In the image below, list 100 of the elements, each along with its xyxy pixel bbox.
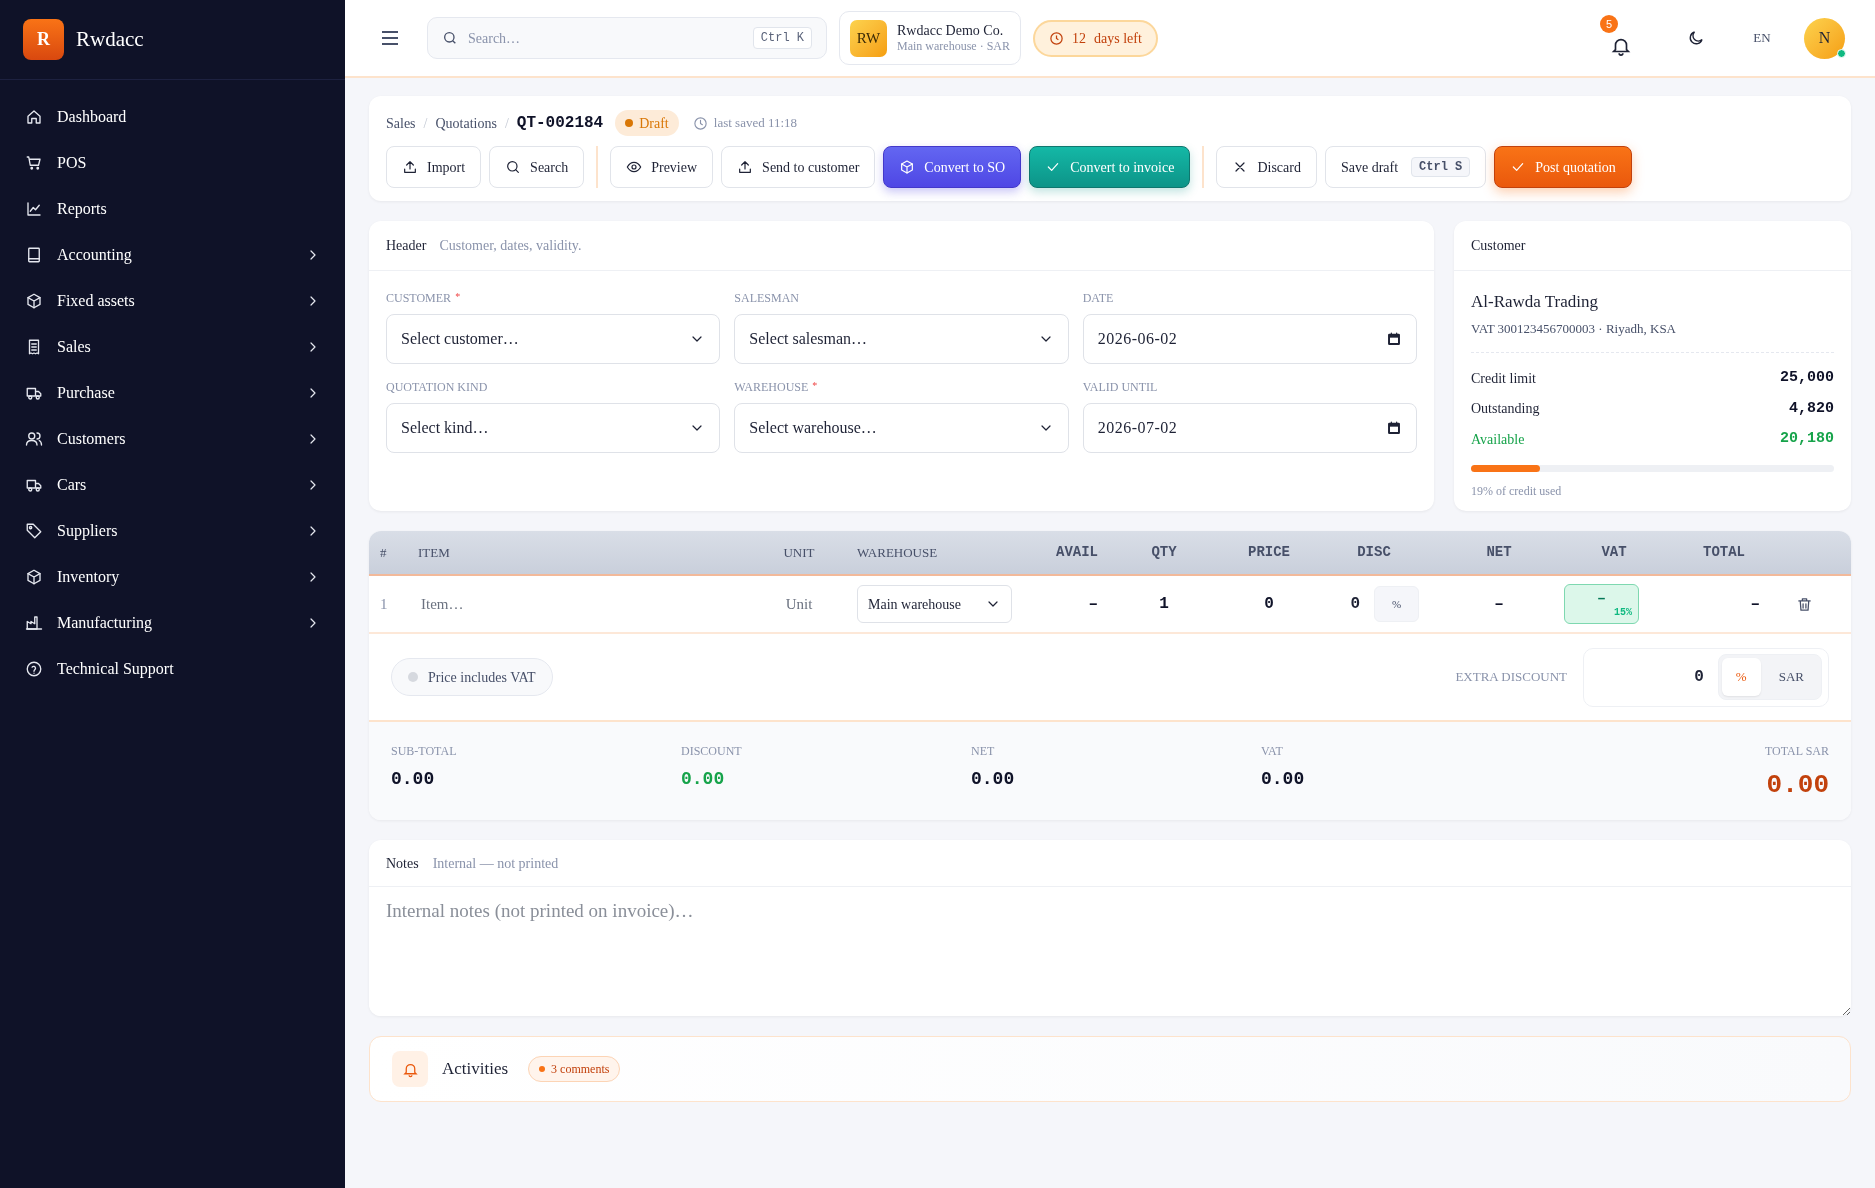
total-label: DISCOUNT — [681, 743, 743, 760]
column-header: DISC — [1356, 543, 1392, 562]
discount-field[interactable]: 0 — [1320, 592, 1360, 616]
column-header: PRICE — [1247, 543, 1291, 562]
search-input[interactable]: Search… — [468, 27, 743, 49]
qty-field[interactable]: 1 — [1104, 592, 1224, 616]
users-icon — [25, 430, 43, 448]
breadcrumb-link[interactable]: Sales — [386, 112, 416, 134]
field-label: SALESMAN — [734, 290, 800, 307]
column-header: NET — [1485, 543, 1513, 562]
card-subtitle: Customer, dates, validity. — [439, 237, 582, 255]
sidebar-item[interactable]: Technical Support — [0, 646, 345, 692]
sidebar-item[interactable]: Dashboard — [0, 94, 345, 140]
item-field[interactable]: Item… — [421, 592, 721, 616]
sidebar-item[interactable]: Customers — [0, 416, 345, 462]
credit-value: 20,180 — [1780, 429, 1834, 449]
row-number: 1 — [379, 594, 389, 614]
trial-count: 12 — [1072, 29, 1086, 48]
card-title: Header — [386, 237, 427, 255]
sidebar-item[interactable]: Accounting — [0, 232, 345, 278]
company-name: Rwdacc Demo Co. — [897, 21, 1005, 40]
discount-mode-button[interactable]: % — [1374, 586, 1419, 622]
toolbar-button[interactable]: Save draft Ctrl S — [1324, 146, 1487, 188]
language-button[interactable]: EN — [1742, 18, 1782, 58]
price-includes-vat-toggle[interactable]: Price includes VAT — [391, 658, 553, 696]
column-header: AVAIL — [1055, 543, 1099, 562]
sidebar-item[interactable]: Reports — [0, 186, 345, 232]
select-field[interactable]: Select kind… — [386, 403, 721, 453]
total-value: 0.00 — [1261, 768, 1306, 791]
credit-value: 25,000 — [1780, 368, 1834, 388]
table-cell-text: – — [1087, 594, 1099, 615]
column-header: UNIT — [782, 543, 816, 562]
breadcrumb-link[interactable]: Quotations — [435, 112, 497, 134]
toolbar-button[interactable]: Search — [489, 146, 585, 188]
select-field[interactable]: Select salesman… — [734, 314, 1069, 364]
factory-icon — [25, 614, 43, 632]
discount-mode-tab[interactable]: % — [1721, 658, 1761, 696]
toolbar-button[interactable]: Convert to SO — [883, 146, 1022, 188]
table-cell-text: – — [1749, 594, 1761, 615]
discount-mode-tab[interactable]: SAR — [1764, 658, 1818, 696]
toolbar-button[interactable]: Import — [386, 146, 482, 188]
toolbar-button[interactable]: Send to customer — [721, 146, 876, 188]
toolbar-button[interactable]: Preview — [610, 146, 714, 188]
vat-badge: – 15% — [1564, 584, 1639, 624]
customer-name: Al-Rawda Trading — [1471, 291, 1600, 313]
sidebar-item[interactable]: Cars — [0, 462, 345, 508]
required-mark: * — [455, 290, 461, 304]
clock-icon — [1049, 30, 1064, 46]
document-number: QT-002184 — [516, 113, 604, 134]
company-logo: RW — [850, 19, 887, 57]
logo: R — [23, 19, 64, 60]
column-header: TOTAL — [1702, 543, 1746, 562]
customer-details: VAT 300123456700003 · Riyadh, KSA — [1471, 318, 1834, 353]
field-label: CUSTOMER * — [386, 289, 462, 307]
sidebar-item[interactable]: Suppliers — [0, 508, 345, 554]
sidebar-item[interactable]: Sales — [0, 324, 345, 370]
price-field[interactable]: 0 — [1224, 592, 1314, 616]
clock-icon — [692, 115, 708, 131]
credit-value: 4,820 — [1789, 398, 1834, 419]
company-switcher[interactable]: RW Rwdacc Demo Co. Main warehouse · SAR — [839, 11, 1021, 65]
sidebar-item[interactable]: Fixed assets — [0, 278, 345, 324]
notes-card[interactable]: Notes Internal — not printed Internal notes (not printed on invoice)… — [369, 840, 1851, 1016]
comments-badge: 3 comments — [528, 1056, 621, 1082]
help-icon — [25, 660, 43, 678]
date-field[interactable]: 2026-07-02 — [1082, 403, 1417, 453]
select-field[interactable]: Select customer… — [386, 314, 721, 364]
book-icon — [25, 246, 43, 264]
notes-field[interactable]: Internal notes (not printed on invoice)… — [369, 886, 1851, 1016]
warehouse-select[interactable]: Main warehouse — [857, 585, 1012, 623]
table-cell-text: Unit — [784, 594, 814, 614]
company-subtitle: Main warehouse · SAR — [897, 39, 1010, 55]
column-header: ITEM — [417, 543, 451, 562]
activities-title: Activities — [442, 1058, 509, 1081]
toolbar-button[interactable]: Discard — [1216, 146, 1317, 188]
box-icon — [899, 159, 916, 175]
tag-icon — [25, 522, 43, 540]
calendar-icon — [1386, 420, 1402, 436]
shortcut-hint: Ctrl K — [752, 27, 812, 49]
extra-discount-field[interactable]: 0 % SAR — [1583, 647, 1829, 707]
total-value: 0.00 — [681, 768, 726, 791]
sidebar-item[interactable]: POS — [0, 140, 345, 186]
sidebar-item[interactable]: Purchase — [0, 370, 345, 416]
search-field[interactable]: Search… Ctrl K — [427, 17, 827, 59]
select-field[interactable]: Select warehouse… — [734, 403, 1069, 453]
search-icon — [442, 30, 458, 46]
line-chart-icon — [25, 200, 43, 218]
home-icon — [25, 108, 43, 126]
total-value: 0.00 — [1766, 769, 1829, 802]
sidebar-item[interactable]: Manufacturing — [0, 600, 345, 646]
extra-discount-value: 0 — [1694, 667, 1704, 688]
last-saved: last saved 11:18 — [713, 114, 798, 133]
total-label: SUB-TOTAL — [391, 743, 458, 760]
date-field[interactable]: 2026-06-02 — [1082, 314, 1417, 364]
sidebar-item[interactable]: Inventory — [0, 554, 345, 600]
credit-label: Outstanding — [1471, 400, 1540, 419]
credit-label: Available — [1471, 430, 1525, 449]
credit-label: Credit limit — [1471, 369, 1536, 388]
table-cell-text: – — [1493, 594, 1505, 615]
box-icon — [25, 568, 43, 586]
user-avatar[interactable]: N — [1804, 17, 1845, 59]
